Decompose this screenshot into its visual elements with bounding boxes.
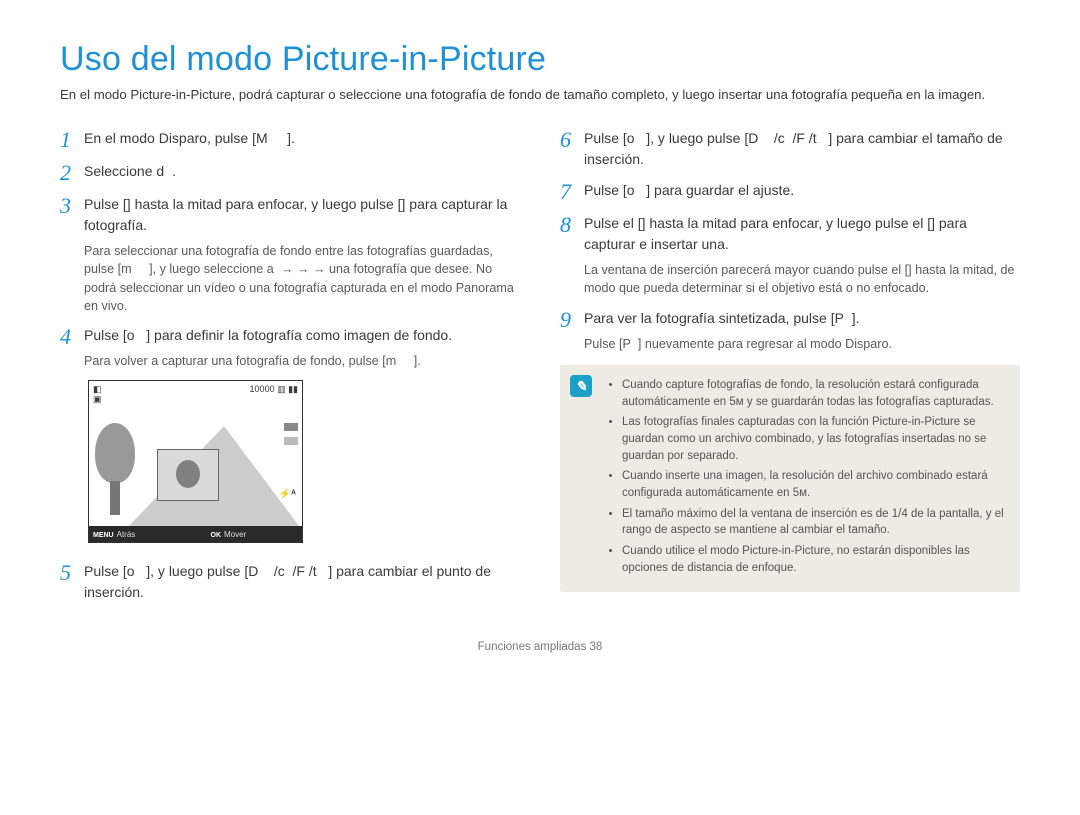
step-text: Pulse [o ], y luego pulse [D /c /F /t ] … xyxy=(584,128,1020,170)
step-text: Pulse [o ] para guardar el ajuste. xyxy=(584,180,1020,203)
mode-icon: ◧▣ xyxy=(93,385,102,405)
intro-text: En el modo Picture-in-Picture, podrá cap… xyxy=(60,85,1020,104)
info-item: Cuando capture fotografías de fondo, la … xyxy=(622,377,1006,410)
move-label: Mover xyxy=(224,530,246,539)
page-footer: Funciones ampliadas 38 xyxy=(60,641,1020,653)
camera-screen-diagram: ◧▣ 10000 ▥ ▮▮ ⚡ᴬ MENUAtrás OKMover xyxy=(88,380,303,543)
status-icons: 10000 ▥ ▮▮ xyxy=(250,385,298,395)
left-column: 1 En el modo Disparo, pulse [M ]. 2 Sele… xyxy=(60,128,520,613)
info-item: Cuando inserte una imagen, la resolución… xyxy=(622,468,1006,501)
step-5: 5 Pulse [o ], y luego pulse [D /c /F /t … xyxy=(60,561,520,603)
info-item: Cuando utilice el modo Picture-in-Pictur… xyxy=(622,543,1006,576)
page-title: Uso del modo Picture-in-Picture xyxy=(60,40,1020,79)
step-note: Para seleccionar una fotografía de fondo… xyxy=(84,242,520,315)
info-list: Cuando capture fotografías de fondo, la … xyxy=(606,377,1006,576)
step-text: Pulse [o ], y luego pulse [D /c /F /t ] … xyxy=(84,561,520,603)
info-icon: ✎ xyxy=(570,375,592,397)
step-number: 5 xyxy=(60,561,84,603)
step-number: 2 xyxy=(60,161,84,184)
menu-button-label: MENU xyxy=(93,532,114,539)
step-text: Seleccione d . xyxy=(84,161,520,184)
step-6: 6 Pulse [o ], y luego pulse [D /c /F /t … xyxy=(560,128,1020,170)
step-4: 4 Pulse [o ] para definir la fotografía … xyxy=(60,325,520,370)
tree-graphic xyxy=(95,423,135,515)
step-number: 3 xyxy=(60,194,84,315)
step-number: 8 xyxy=(560,213,584,298)
ok-button-label: OK xyxy=(211,532,222,539)
step-note: Pulse [P ] nuevamente para regresar al m… xyxy=(584,335,1020,353)
back-label: Atrás xyxy=(117,530,136,539)
step-text: Para ver la fotografía sintetizada, puls… xyxy=(584,308,1020,329)
step-7: 7 Pulse [o ] para guardar el ajuste. xyxy=(560,180,1020,203)
step-1: 1 En el modo Disparo, pulse [M ]. xyxy=(60,128,520,151)
step-9: 9 Para ver la fotografía sintetizada, pu… xyxy=(560,308,1020,353)
diagram-footer: MENUAtrás OKMover xyxy=(89,526,302,542)
step-number: 7 xyxy=(560,180,584,203)
shots-remaining: 10000 xyxy=(250,384,275,394)
info-box: ✎ Cuando capture fotografías de fondo, l… xyxy=(560,365,1020,592)
right-column: 6 Pulse [o ], y luego pulse [D /c /F /t … xyxy=(560,128,1020,613)
step-number: 6 xyxy=(560,128,584,170)
step-number: 1 xyxy=(60,128,84,151)
info-item: Las fotografías finales capturadas con l… xyxy=(622,414,1006,464)
step-text: En el modo Disparo, pulse [M ]. xyxy=(84,128,520,151)
step-8: 8 Pulse el [] hasta la mitad para enfoca… xyxy=(560,213,1020,298)
step-number: 4 xyxy=(60,325,84,370)
step-text: Pulse [] hasta la mitad para enfocar, y … xyxy=(84,194,520,236)
step-note: Para volver a capturar una fotografía de… xyxy=(84,352,520,370)
step-number: 9 xyxy=(560,308,584,353)
step-text: Pulse [o ] para definir la fotografía co… xyxy=(84,325,520,346)
step-note: La ventana de inserción parecerá mayor c… xyxy=(584,261,1020,298)
info-item: El tamaño máximo del la ventana de inser… xyxy=(622,506,1006,539)
step-2: 2 Seleccione d . xyxy=(60,161,520,184)
step-3: 3 Pulse [] hasta la mitad para enfocar, … xyxy=(60,194,520,315)
insert-window xyxy=(157,449,219,501)
step-text: Pulse el [] hasta la mitad para enfocar,… xyxy=(584,213,1020,255)
